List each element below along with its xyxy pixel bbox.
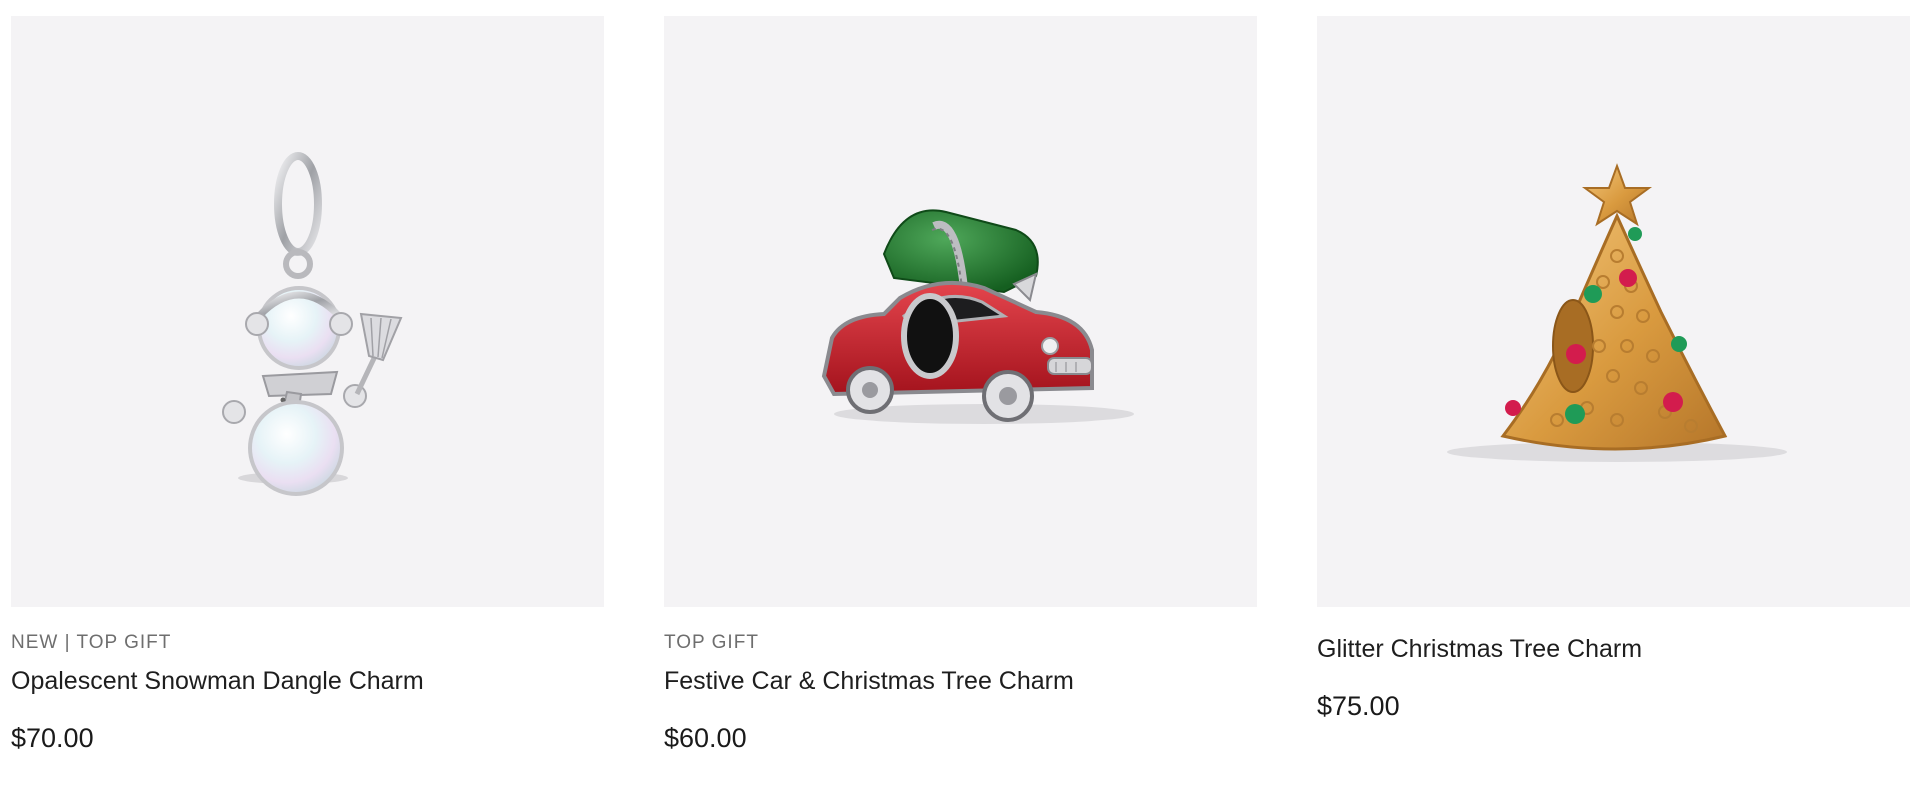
tree-charm-image — [1447, 163, 1787, 462]
product-badge: NEW | TOP GIFT — [11, 632, 172, 653]
product-name[interactable]: Opalescent Snowman Dangle Charm — [11, 666, 604, 696]
product-image[interactable] — [1317, 16, 1910, 607]
product-card[interactable]: TOP GIFT Festive Car & Christmas Tree Ch… — [664, 16, 1257, 754]
product-price: $70.00 — [11, 723, 94, 753]
product-card[interactable]: Glitter Christmas Tree Charm $75.00 — [1317, 16, 1910, 754]
product-badge: TOP GIFT — [664, 632, 759, 653]
product-image[interactable] — [664, 16, 1257, 607]
product-name[interactable]: Festive Car & Christmas Tree Charm — [664, 666, 1257, 696]
product-card[interactable]: NEW | TOP GIFT Opalescent Snowman Dangle… — [11, 16, 604, 754]
product-price: $75.00 — [1317, 691, 1400, 721]
car-charm-image — [821, 209, 1134, 424]
snowman-charm-image — [222, 152, 403, 496]
product-grid: NEW | TOP GIFT Opalescent Snowman Dangle… — [11, 16, 1910, 754]
product-price: $60.00 — [664, 723, 747, 753]
product-image[interactable] — [11, 16, 604, 607]
product-name[interactable]: Glitter Christmas Tree Charm — [1317, 634, 1910, 664]
